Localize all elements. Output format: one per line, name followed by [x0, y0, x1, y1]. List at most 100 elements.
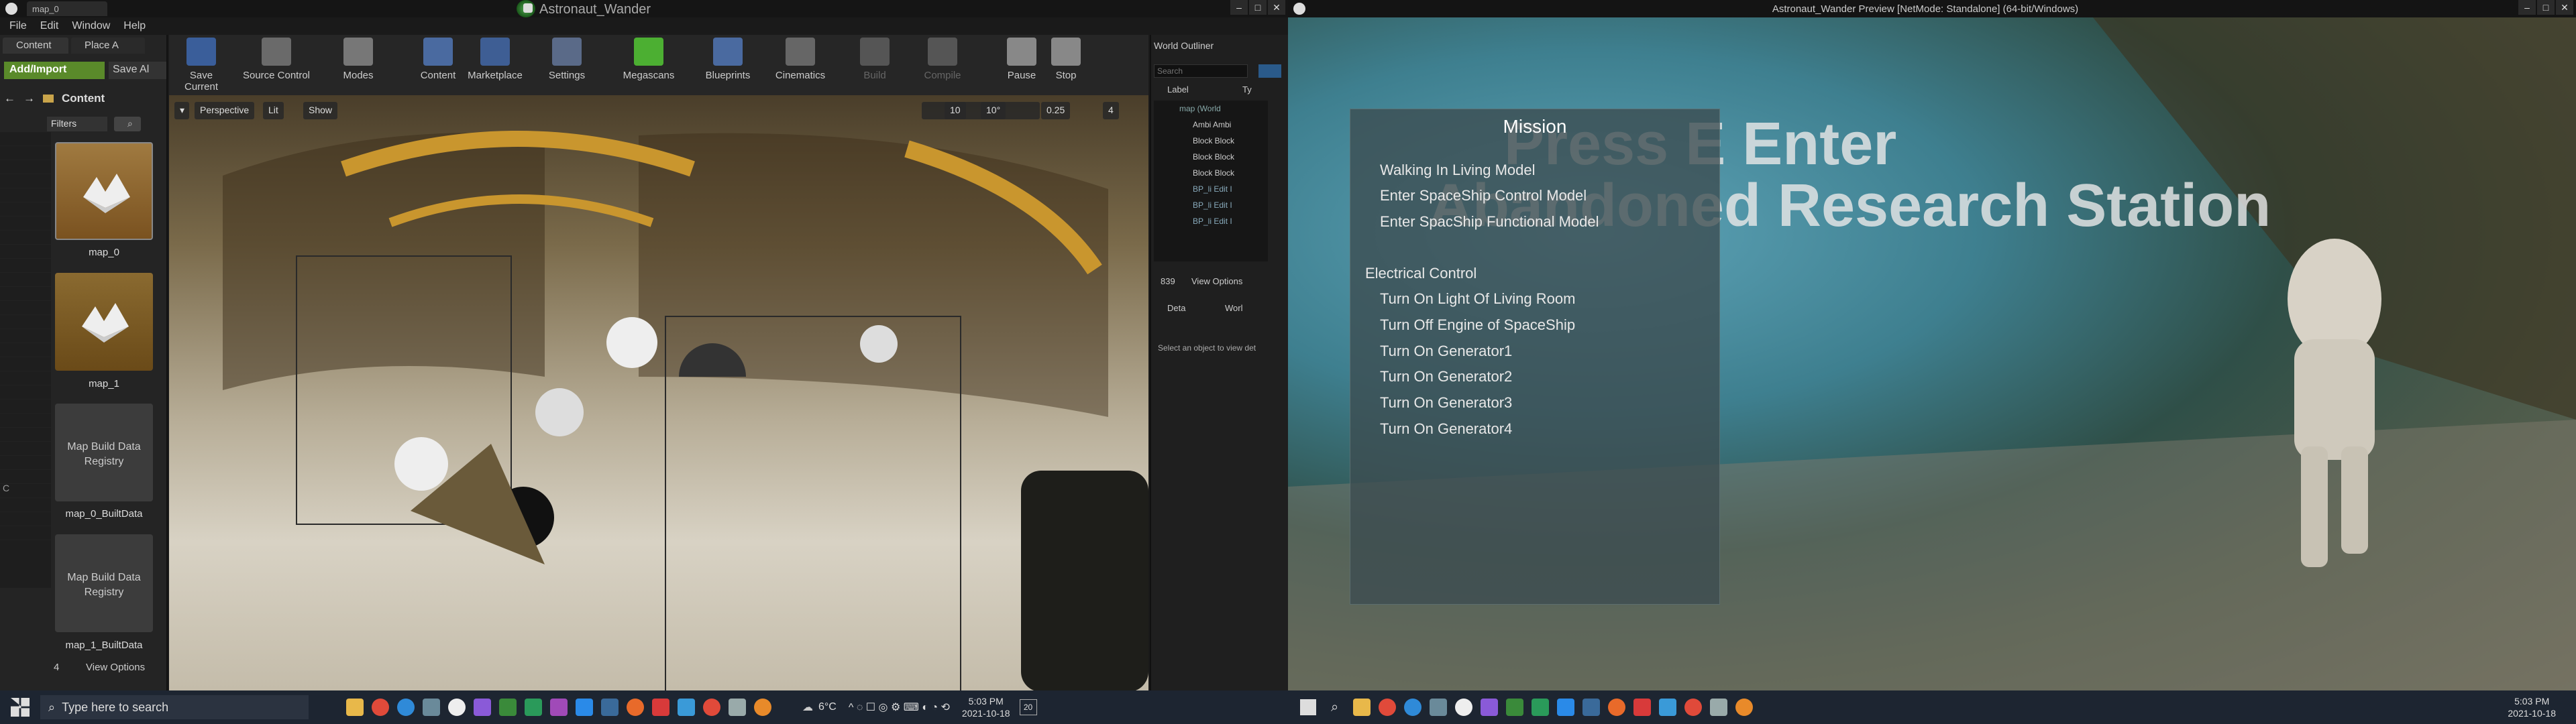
- app-icon[interactable]: [499, 699, 517, 716]
- content-button[interactable]: Content: [415, 38, 462, 81]
- build-button[interactable]: Build: [853, 38, 896, 81]
- tree-folder[interactable]: [0, 400, 51, 414]
- app-icon[interactable]: [729, 699, 746, 716]
- outliner-settings-icon[interactable]: [1258, 64, 1281, 78]
- app-icon[interactable]: [678, 699, 695, 716]
- rotation-snap-value[interactable]: 10°: [981, 102, 1006, 119]
- cinematics-button[interactable]: Cinematics: [770, 38, 830, 81]
- app-icon[interactable]: [1582, 699, 1601, 716]
- chrome-icon[interactable]: [1379, 699, 1397, 716]
- firefox-icon[interactable]: [627, 699, 644, 716]
- col-label-header[interactable]: Label: [1167, 84, 1189, 95]
- tray-icons[interactable]: ^ ◌ ☐ ◎ ⚙ ⌨ ◐ ◔ ⟲: [849, 701, 950, 714]
- app-icon[interactable]: [601, 699, 619, 716]
- tree-folder[interactable]: [0, 315, 51, 329]
- tree-folder[interactable]: [0, 202, 51, 217]
- add-import-button[interactable]: Add/Import: [4, 62, 105, 79]
- windows-start-icon[interactable]: [11, 698, 30, 717]
- app-icon[interactable]: [1710, 699, 1728, 716]
- edge-icon[interactable]: [397, 699, 415, 716]
- tree-folder[interactable]: [0, 343, 51, 357]
- outliner-row[interactable]: BP_li Edit I: [1154, 181, 1268, 197]
- save-current-button[interactable]: Save Current: [173, 38, 229, 93]
- close-button[interactable]: ✕: [2556, 0, 2573, 15]
- level-viewport[interactable]: ▾ Perspective Lit Show 10 10° 0.25 4: [169, 95, 1148, 690]
- search-icon[interactable]: ⌕: [1331, 700, 1338, 715]
- pause-button[interactable]: Pause: [1005, 38, 1038, 81]
- tree-folder[interactable]: [0, 188, 51, 202]
- tree-folder[interactable]: [0, 273, 51, 287]
- minimize-button[interactable]: –: [2518, 0, 2536, 15]
- outliner-row[interactable]: BP_li Edit I: [1154, 213, 1268, 229]
- tree-folder[interactable]: [0, 456, 51, 470]
- tree-folder[interactable]: [0, 357, 51, 371]
- close-button[interactable]: ✕: [1268, 0, 1285, 15]
- megascans-button[interactable]: Megascans: [619, 38, 679, 81]
- tree-folder[interactable]: [0, 132, 51, 146]
- vscode-icon[interactable]: [1557, 699, 1575, 716]
- app-icon[interactable]: [1430, 699, 1448, 716]
- outliner-row[interactable]: Block Block: [1154, 133, 1268, 149]
- compile-button[interactable]: Compile: [919, 38, 966, 81]
- tree-folder[interactable]: [0, 428, 51, 442]
- source-control-button[interactable]: Source Control: [241, 38, 311, 81]
- outliner-row[interactable]: BP_li Edit I: [1154, 197, 1268, 213]
- tree-folder[interactable]: [0, 146, 51, 160]
- tab-content[interactable]: Content: [3, 38, 68, 54]
- menu-help[interactable]: Help: [123, 20, 146, 32]
- app-icon[interactable]: [652, 699, 669, 716]
- tree-folder[interactable]: [0, 231, 51, 245]
- tree-folder[interactable]: [0, 371, 51, 385]
- maximize-button[interactable]: □: [1249, 0, 1267, 15]
- unreal-icon[interactable]: [448, 699, 466, 716]
- unreal-icon[interactable]: [1455, 699, 1473, 716]
- minimize-button[interactable]: –: [1230, 0, 1248, 15]
- firefox-icon[interactable]: [1608, 699, 1626, 716]
- settings-button[interactable]: Settings: [543, 38, 590, 81]
- visual-studio-icon[interactable]: [474, 699, 491, 716]
- blender-icon[interactable]: [1735, 699, 1754, 716]
- app-icon[interactable]: [423, 699, 440, 716]
- perspective-button[interactable]: Perspective: [195, 102, 255, 119]
- tree-folder[interactable]: [0, 512, 51, 526]
- edge-icon[interactable]: [1404, 699, 1422, 716]
- outliner-view-options[interactable]: View Options: [1191, 276, 1242, 286]
- save-all-button[interactable]: Save Al: [109, 62, 166, 79]
- menu-file[interactable]: File: [9, 20, 27, 32]
- blender-icon[interactable]: [754, 699, 771, 716]
- level-tab[interactable]: map_0: [27, 1, 107, 16]
- outliner-row[interactable]: Ambi Ambi: [1154, 117, 1268, 133]
- tree-folder[interactable]: [0, 287, 51, 301]
- asset-map-0-thumb[interactable]: [55, 142, 153, 240]
- tab-details[interactable]: Deta: [1167, 303, 1185, 313]
- tree-folder[interactable]: [0, 259, 51, 273]
- grid-snap-value[interactable]: 10: [945, 102, 966, 119]
- tree-folder[interactable]: [0, 470, 51, 484]
- maximize-button[interactable]: □: [2537, 0, 2555, 15]
- chrome-icon[interactable]: [703, 699, 720, 716]
- asset-map-0-builtdata-thumb[interactable]: Map Build Data Registry: [55, 404, 153, 501]
- scale-snap-value[interactable]: 0.25: [1041, 102, 1071, 119]
- windows-start-icon[interactable]: [1300, 699, 1316, 715]
- outliner-search-input[interactable]: [1154, 64, 1248, 78]
- outliner-row[interactable]: Block Block: [1154, 165, 1268, 181]
- viewport-options-button[interactable]: ▾: [174, 102, 189, 119]
- filters-button[interactable]: Filters: [47, 117, 107, 131]
- visual-studio-icon[interactable]: [1481, 699, 1499, 716]
- path-content[interactable]: Content: [62, 92, 105, 105]
- stop-button[interactable]: Stop: [1049, 38, 1083, 81]
- tab-place-actors[interactable]: Place A: [71, 38, 145, 54]
- lit-button[interactable]: Lit: [263, 102, 284, 119]
- modes-button[interactable]: Modes: [339, 38, 377, 81]
- app-icon[interactable]: [1633, 699, 1652, 716]
- tree-folder[interactable]: [0, 174, 51, 188]
- col-type-header[interactable]: Ty: [1242, 84, 1252, 95]
- file-explorer-icon[interactable]: [1353, 699, 1371, 716]
- asset-map-1-thumb[interactable]: [55, 273, 153, 371]
- file-explorer-icon[interactable]: [346, 699, 364, 716]
- app-icon[interactable]: [1659, 699, 1677, 716]
- tree-folder[interactable]: [0, 301, 51, 315]
- menu-window[interactable]: Window: [72, 20, 110, 32]
- app-icon[interactable]: [550, 699, 568, 716]
- tree-folder[interactable]: [0, 442, 51, 456]
